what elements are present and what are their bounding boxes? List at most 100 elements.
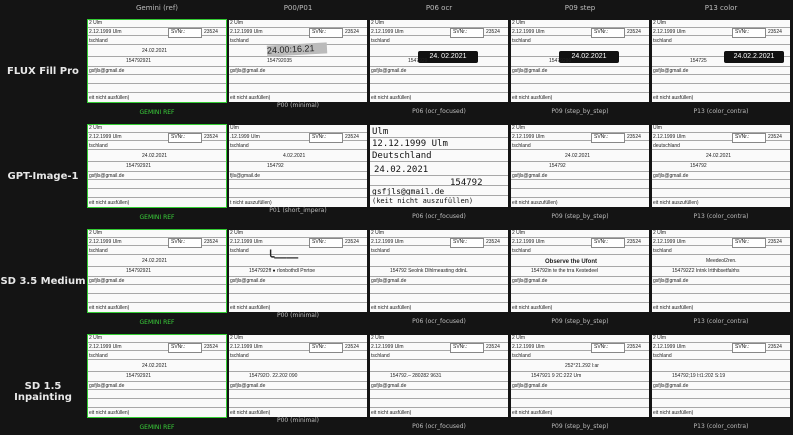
note-field: eit nicht ausfüllen) bbox=[230, 305, 271, 311]
form-text-line: 2.12.1999 Ulm bbox=[89, 134, 122, 140]
form-crop-image[interactable]: 2 Ulm 2.12.1999 Ulm SVNr.: 23524 tschland 154… bbox=[370, 335, 508, 417]
form-rule-line bbox=[370, 293, 508, 294]
form-crop-image[interactable]: 2 Ulm 2.12.1999 Ulm SVNr.: 23524 tschland 154… bbox=[652, 335, 790, 417]
form-rule-line bbox=[229, 245, 367, 246]
email-field: gsfjls@gmail.de bbox=[653, 173, 689, 179]
form-rule-line bbox=[370, 302, 508, 303]
row-label: FLUX Fill Pro bbox=[7, 66, 79, 77]
cell-caption: P13 (color_contra) bbox=[693, 423, 749, 430]
email-field: gsfjls@gmail.de bbox=[512, 278, 548, 284]
form-rule-line bbox=[88, 359, 226, 360]
note-field: eit nicht ausfüllen) bbox=[371, 305, 412, 311]
form-rule-line bbox=[88, 350, 226, 351]
email-field: gsfjls@gmail.de bbox=[89, 173, 125, 179]
form-text-line: 2 Ulm bbox=[512, 125, 526, 131]
column-header: P09 step bbox=[564, 4, 596, 12]
cell-caption: P09 (step_by_step) bbox=[551, 318, 609, 325]
form-rule-line bbox=[88, 254, 226, 255]
form-crop-image[interactable]: 2 Ulm 2.12.1999 Ulm SVNr.: 23524 tschland 24.… bbox=[87, 19, 227, 103]
form-crop-image[interactable]: Ulm 2.12.1999 Ulm SVNr.: 23524 deutschland 24… bbox=[652, 125, 790, 207]
form-crop-image[interactable]: 2 Ulm 2.12.1999 Ulm SVNr.: 23524 tschland 154… bbox=[370, 230, 508, 312]
form-rule-line bbox=[652, 302, 790, 303]
form-rule-line bbox=[229, 92, 367, 93]
form-crop-image[interactable]: 2 Ulm 2.12.1999 Ulm SVNr.: 23524 tschland 24.… bbox=[87, 124, 227, 208]
form-rule-line bbox=[511, 140, 649, 141]
form-rule-line bbox=[652, 132, 790, 133]
id-field: 154792 bbox=[267, 163, 284, 169]
form-rule-line bbox=[229, 56, 367, 57]
form-rule-line bbox=[370, 74, 508, 75]
form-crop-image[interactable]: 2 Ulm 2.12.1999 Ulm SVNr.: 23524 tschland 24.… bbox=[229, 20, 367, 102]
form-rule-line bbox=[511, 359, 649, 360]
email-field: gsfjls@gmail.de bbox=[230, 68, 266, 74]
form-rule-line bbox=[511, 342, 649, 343]
form-crop-image[interactable]: 2 Ulm 2.12.1999 Ulm SVNr.: 23524 tschland ╰——… bbox=[229, 230, 367, 312]
email-field: gsfjls@gmail.de bbox=[653, 278, 689, 284]
cell-caption: P06 (ocr_focused) bbox=[412, 213, 466, 220]
form-rule-line bbox=[370, 398, 508, 399]
form-text-line: 2 Ulm bbox=[230, 20, 244, 26]
row-label: SD 3.5 Medium bbox=[0, 276, 86, 287]
form-rule-line bbox=[652, 140, 790, 141]
form-crop-image[interactable]: 2 Ulm 2.12.1999 Ulm SVNr.: 23524 tschland 24.… bbox=[511, 125, 649, 207]
cell-caption: P06 (ocr_focused) bbox=[412, 318, 466, 325]
form-rule-line bbox=[88, 389, 226, 390]
form-rule-line bbox=[511, 161, 649, 162]
form-rule-line bbox=[229, 171, 367, 172]
form-text-line: 2 Ulm bbox=[653, 230, 667, 236]
email-field: gsfjls@gmail.de bbox=[230, 278, 266, 284]
svnr-number: 23524 bbox=[768, 344, 782, 350]
form-text-line: 2.12.1999 Ulm bbox=[230, 344, 263, 350]
form-crop-image[interactable]: 2 Ulm 2.12.1999 Ulm SVNr.: 23524 tschland Obs… bbox=[511, 230, 649, 312]
form-text-line: tschland bbox=[89, 248, 108, 254]
email-field: gsfjls@gmail.de bbox=[512, 68, 548, 74]
form-text-line: tschland bbox=[89, 38, 108, 44]
form-rule-line bbox=[370, 276, 508, 277]
form-text-line: Deutschland bbox=[372, 151, 432, 161]
form-text-line: deutschland bbox=[653, 143, 680, 149]
form-crop-image[interactable]: 2 Ulm 2.12.1999 Ulm SVNr.: 23524 tschland Mee… bbox=[652, 230, 790, 312]
form-rule-line bbox=[370, 149, 508, 150]
form-rule-line bbox=[88, 371, 226, 372]
form-crop-image[interactable]: 2 Ulm 2.12.1999 Ulm SVNr.: 23524 tschland 24.… bbox=[370, 20, 508, 102]
id-field: 1547921 9 2C:222 Um bbox=[531, 373, 582, 379]
note-field: eit nicht auszufüllen) bbox=[512, 200, 558, 206]
form-crop-image[interactable]: 2 Ulm 2.12.1999 Ulm SVNr.: 23524 tschland 24.… bbox=[511, 20, 649, 102]
form-text-line: 12.12.1999 Ulm bbox=[372, 139, 448, 149]
form-crop-image[interactable]: 2 Ulm 2.12.1999 Ulm SVNr.: 23524 tschland 24.… bbox=[87, 229, 227, 313]
svnr-number: 23524 bbox=[345, 29, 359, 35]
form-text-line: tschland bbox=[653, 248, 672, 254]
form-rule-line bbox=[511, 66, 649, 67]
id-field: 154792.– 280282 9631 bbox=[390, 373, 442, 379]
svnr-label: SVNr.: bbox=[312, 29, 327, 35]
form-text-line: tschland bbox=[512, 38, 531, 44]
column-header: P13 color bbox=[704, 4, 738, 12]
form-rule-line bbox=[229, 266, 367, 267]
form-crop-image[interactable]: Ulm .12.1999 Ulm SVNr.: 23524 tschland 4.02.2… bbox=[229, 125, 367, 207]
note-field: eit nicht ausfüllen) bbox=[89, 305, 130, 311]
form-crop-image[interactable]: 2 Ulm 2.12.1999 Ulm SVNr.: 23524 tschland 24.… bbox=[652, 20, 790, 102]
form-rule-line bbox=[229, 389, 367, 390]
note-field: t nicht auszufüllen) bbox=[230, 200, 272, 206]
form-text-line: 2.12.1999 Ulm bbox=[653, 239, 686, 245]
form-crop-image[interactable]: 2 Ulm 2.12.1999 Ulm SVNr.: 23524 tschland 252… bbox=[511, 335, 649, 417]
cell-caption: P13 (color_contra) bbox=[693, 213, 749, 220]
column-header: P00/P01 bbox=[283, 4, 313, 12]
svnr-label: SVNr.: bbox=[735, 344, 750, 350]
form-rule-line bbox=[511, 44, 649, 45]
form-rule-line bbox=[370, 83, 508, 84]
id-field: 154792 bbox=[549, 163, 566, 169]
form-rule-line bbox=[652, 44, 790, 45]
form-crop-image[interactable]: 2 Ulm 2.12.1999 Ulm SVNr.: 23524 tschland 154… bbox=[229, 335, 367, 417]
date-field: 252°21.292 l:ar bbox=[565, 363, 599, 369]
svnr-number: 23524 bbox=[486, 239, 500, 245]
form-rule-line bbox=[652, 350, 790, 351]
form-crop-image[interactable]: 2 Ulm 2.12.1999 Ulm SVNr.: 23524 tschland 24.… bbox=[87, 334, 227, 418]
form-text-line: tschland bbox=[89, 143, 108, 149]
form-rule-line bbox=[652, 254, 790, 255]
form-rule-line bbox=[370, 44, 508, 45]
form-text-line: tschland bbox=[512, 248, 531, 254]
form-crop-image[interactable]: Ulm 12.12.1999 Ulm Deutschland 24.02.2021 15… bbox=[370, 125, 508, 207]
form-rule-line bbox=[652, 179, 790, 180]
id-field: 154792921 bbox=[126, 373, 152, 379]
